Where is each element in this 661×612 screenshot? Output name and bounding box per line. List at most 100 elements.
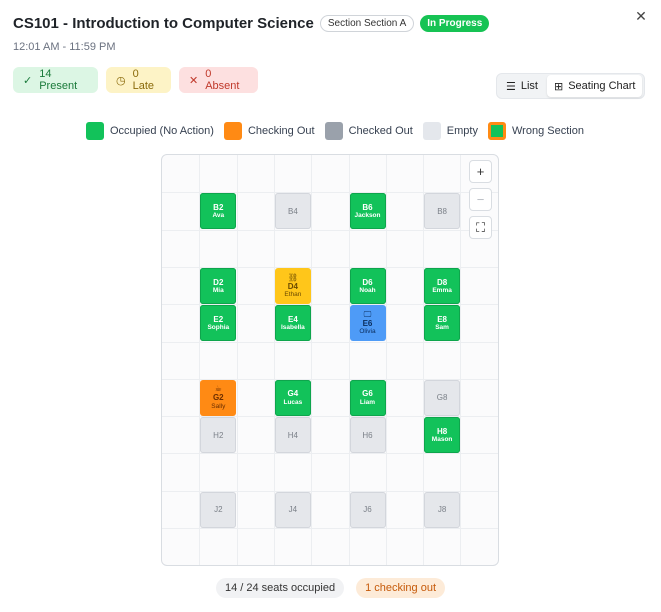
legend-checking-out: Checking Out [223,122,315,140]
seat-code: B4 [287,206,298,216]
present-stat[interactable]: ✓ 14 Present [13,67,98,93]
seat-b6[interactable]: B6 Jackson [349,193,386,230]
checking-out-pill: 1 checking out [356,578,445,598]
seat-code: E8 [437,314,447,324]
seating-grid[interactable]: B2 Ava B4 B6 Jackson B8 D2 Mia ⛓ D4 Ethan D6 Noah D8 E… [161,154,499,566]
zoom-in-button[interactable]: + [469,160,492,183]
seat-code: G2 [212,393,224,403]
seat-h6[interactable]: H6 [349,417,386,454]
empty-swatch [422,122,441,140]
seat-g6[interactable]: G6 Liam [349,379,386,416]
list-label: List [520,80,538,92]
section-badge: Section Section A [319,15,415,32]
seat-code: J6 [363,505,372,515]
seat-code: D8 [436,277,448,287]
page-title: CS101 - Introduction to Computer Science [13,15,314,32]
absent-stat[interactable]: ✕ 0 Absent [179,67,258,93]
seat-code: E2 [213,314,224,324]
seat-code: H2 [213,430,224,440]
footer: 14 / 24 seats occupied 1 checking out [0,578,661,598]
seat-student-name: Sam [435,324,449,332]
seat-h4[interactable]: H4 [274,417,311,454]
attendance-stats: ✓ 14 Present ◷ 0 Late ✕ 0 Absent [13,67,258,93]
seat-j6[interactable]: J6 [349,491,386,528]
coffee-icon: ☕ [214,384,222,394]
seat-g2[interactable]: ☕ G2 Sally [200,379,237,416]
seat-student-name: Emma [432,286,452,294]
seat-b2[interactable]: B2 Ava [200,193,237,230]
seat-code: B6 [362,202,373,212]
seat-code: E6 [362,318,373,328]
late-label: 0 Late [132,68,155,92]
legend-wrong-section-label: Wrong Section [511,125,584,137]
close-icon[interactable]: ✕ [633,8,649,24]
absent-label: 0 Absent [205,68,240,92]
header: CS101 - Introduction to Computer Science… [13,15,490,32]
zoom-controls: + − ⛶ [469,160,492,239]
seat-code: J4 [288,505,298,515]
seat-student-name: Isabella [280,324,305,332]
seat-student-name: Olivia [359,328,376,336]
present-label: 14 Present [39,68,78,92]
seat-b4[interactable]: B4 [274,193,311,230]
legend-checked-out: Checked Out [324,122,413,140]
zoom-out-button[interactable]: − [469,188,492,211]
seats-occupied-pill: 14 / 24 seats occupied [215,578,345,598]
seat-code: J8 [437,505,447,515]
list-icon: ☰ [506,80,516,93]
legend-occupied: Occupied (No Action) [86,122,214,140]
seat-e8[interactable]: E8 Sam [424,305,461,342]
check-icon: ✓ [23,74,33,87]
seat-d6[interactable]: D6 Noah [349,267,386,304]
seat-e4[interactable]: E4 Isabella [274,305,311,342]
seating-chart-button[interactable]: ⊞ Seating Chart [547,75,643,97]
monitor-icon: 🖵 [363,309,372,319]
seat-code: B2 [213,202,224,212]
wrong-section-swatch [487,122,506,140]
seat-student-name: Noah [359,286,376,294]
seat-h8[interactable]: H8 Mason [424,417,461,454]
seat-code: J2 [214,505,223,515]
seat-j4[interactable]: J4 [274,491,311,528]
time-range: 12:01 AM - 11:59 PM [13,41,116,53]
seat-g4[interactable]: G4 Lucas [274,379,311,416]
legend: Occupied (No Action) Checking Out Checke… [86,122,584,140]
legend-empty: Empty [422,122,478,140]
seat-b8[interactable]: B8 [424,193,461,230]
legend-empty-label: Empty [446,125,478,137]
fit-screen-button[interactable]: ⛶ [469,216,492,239]
link-icon: ⛓ [287,272,298,282]
seat-code: H8 [436,426,448,436]
seat-h2[interactable]: H2 [200,417,237,454]
seat-code: G4 [287,389,299,399]
seat-d4[interactable]: ⛓ D4 Ethan [274,267,311,304]
x-icon: ✕ [189,74,199,87]
seat-student-name: Ethan [284,290,302,298]
clock-icon: ◷ [116,74,126,87]
seat-e2[interactable]: E2 Sophia [200,305,237,342]
seat-student-name: Sally [211,402,226,410]
legend-checking-out-label: Checking Out [247,125,315,137]
checked-out-swatch [324,122,343,140]
seat-code: G6 [362,389,373,399]
seat-student-name: Mia [212,286,224,294]
list-view-button[interactable]: ☰ List [499,75,545,97]
seat-code: B8 [437,206,447,216]
seat-code: D6 [362,277,373,287]
legend-wrong-section: Wrong Section [487,122,584,140]
seat-d8[interactable]: D8 Emma [424,267,461,304]
seat-j2[interactable]: J2 [200,491,237,528]
view-toggle: ☰ List ⊞ Seating Chart [496,73,646,99]
seat-student-name: Liam [359,398,376,406]
seat-e6[interactable]: 🖵 E6 Olivia [349,305,386,342]
seat-j8[interactable]: J8 [424,491,461,528]
seat-student-name: Sophia [207,324,230,332]
seat-student-name: Jackson [354,212,381,220]
checking-out-swatch [223,122,242,140]
status-badge: In Progress [420,15,490,32]
late-stat[interactable]: ◷ 0 Late [106,67,171,93]
seat-g8[interactable]: G8 [424,379,461,416]
seat-code: E4 [287,314,298,324]
seat-d2[interactable]: D2 Mia [200,267,237,304]
seat-code: G8 [436,393,448,403]
